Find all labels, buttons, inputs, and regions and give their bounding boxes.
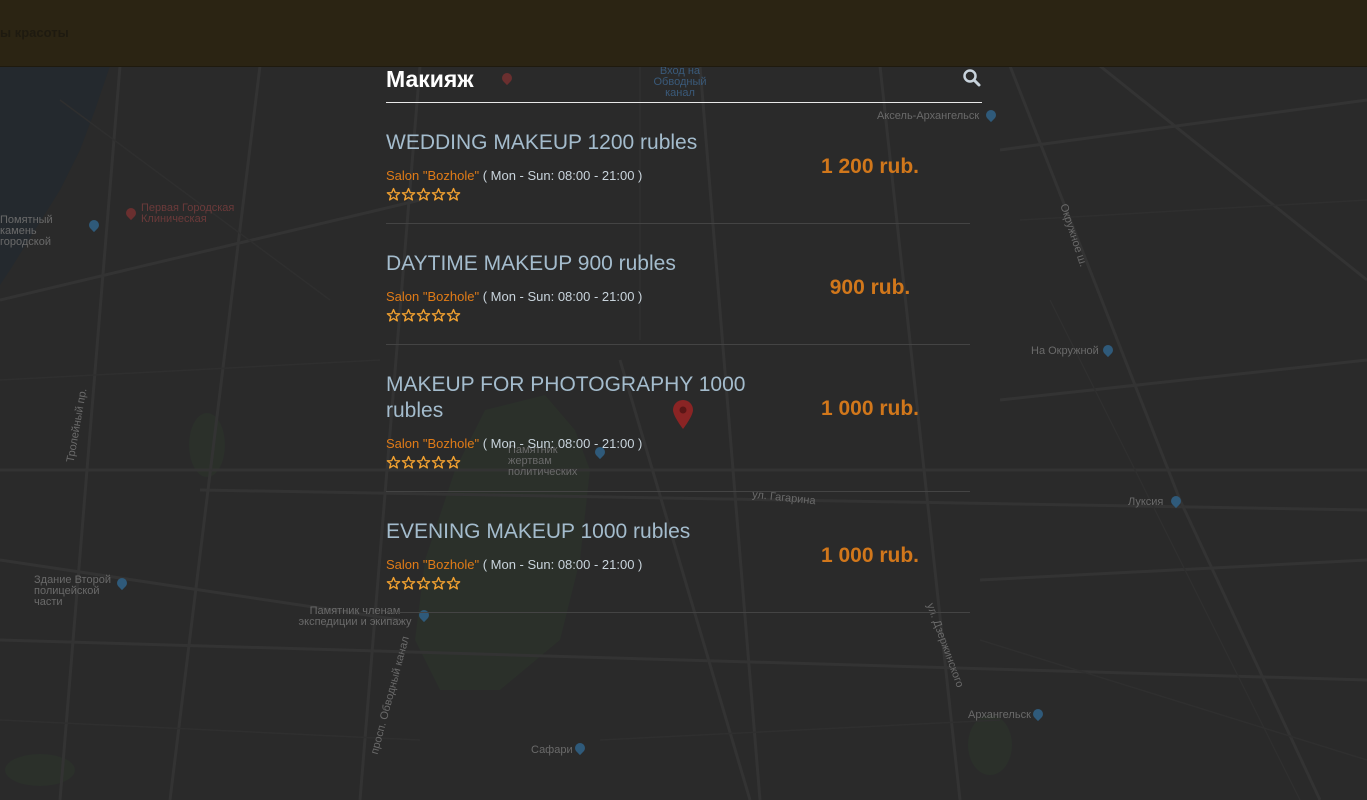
result-item: WEDDING MAKEUP 1200 rubles Salon "Bozhol… [386,103,970,224]
star-icon [416,576,431,591]
salon-hours: ( Mon - Sun: 08:00 - 21:00 ) [479,557,643,572]
star-icon [416,187,431,202]
map-label: Луксия [1128,496,1164,508]
result-price: 900 rub. [829,276,911,299]
result-title-link[interactable]: WEDDING MAKEUP 1200 rubles [386,130,786,156]
star-icon [401,187,416,202]
page: Помятный камень городской Первая Городск… [0,0,1367,800]
star-icon [446,308,461,323]
star-icon [431,576,446,591]
search-row [386,60,982,103]
result-price: 1 000 rub. [820,397,920,420]
salon-hours: ( Mon - Sun: 08:00 - 21:00 ) [479,436,643,451]
result-price: 1 200 rub. [820,155,920,178]
salon-link[interactable]: Salon "Bozhole" [386,557,479,572]
star-icon [431,455,446,470]
star-icon [431,308,446,323]
rating-stars [386,308,970,324]
star-icon [401,576,416,591]
star-icon [431,187,446,202]
star-icon [416,308,431,323]
star-icon [386,576,401,591]
result-item: EVENING MAKEUP 1000 rubles Salon "Bozhol… [386,492,970,613]
star-icon [446,187,461,202]
salon-hours: ( Mon - Sun: 08:00 - 21:00 ) [479,168,643,183]
map-label: Помятный камень городской [0,214,53,248]
map-label: На Окружной [1031,345,1099,357]
salon-hours: ( Mon - Sun: 08:00 - 21:00 ) [479,289,643,304]
result-title-link[interactable]: EVENING MAKEUP 1000 rubles [386,519,786,545]
star-icon [446,455,461,470]
rating-stars [386,576,970,592]
star-icon [386,187,401,202]
top-bar: ы красоты [0,0,1367,67]
result-title-link[interactable]: MAKEUP FOR PHOTOGRAPHY 1000 rubles [386,372,786,424]
salon-link[interactable]: Salon "Bozhole" [386,289,479,304]
rating-stars [386,187,970,203]
star-icon [401,455,416,470]
result-item: MAKEUP FOR PHOTOGRAPHY 1000 rubles Salon… [386,345,970,492]
top-bar-title[interactable]: ы красоты [0,25,69,40]
result-meta: Salon "Bozhole" ( Mon - Sun: 08:00 - 21:… [386,436,970,452]
result-price: 1 000 rub. [820,544,920,567]
search-icon[interactable] [962,68,982,88]
search-panel: WEDDING MAKEUP 1200 rubles Salon "Bozhol… [386,60,982,613]
star-icon [416,455,431,470]
map-label: Сафари [531,744,573,756]
star-icon [401,308,416,323]
rating-stars [386,455,970,471]
star-icon [446,576,461,591]
result-item: DAYTIME MAKEUP 900 rubles Salon "Bozhole… [386,224,970,345]
map-label: Первая Городская Клиническая [141,202,235,225]
map-label: Здание Второй полицейской части [34,574,111,608]
salon-link[interactable]: Salon "Bozhole" [386,436,479,451]
map-label: Архангельск [968,709,1031,721]
salon-link[interactable]: Salon "Bozhole" [386,168,479,183]
star-icon [386,455,401,470]
search-input[interactable] [386,62,946,96]
results-list: WEDDING MAKEUP 1200 rubles Salon "Bozhol… [386,103,970,613]
star-icon [386,308,401,323]
result-title-link[interactable]: DAYTIME MAKEUP 900 rubles [386,251,786,277]
